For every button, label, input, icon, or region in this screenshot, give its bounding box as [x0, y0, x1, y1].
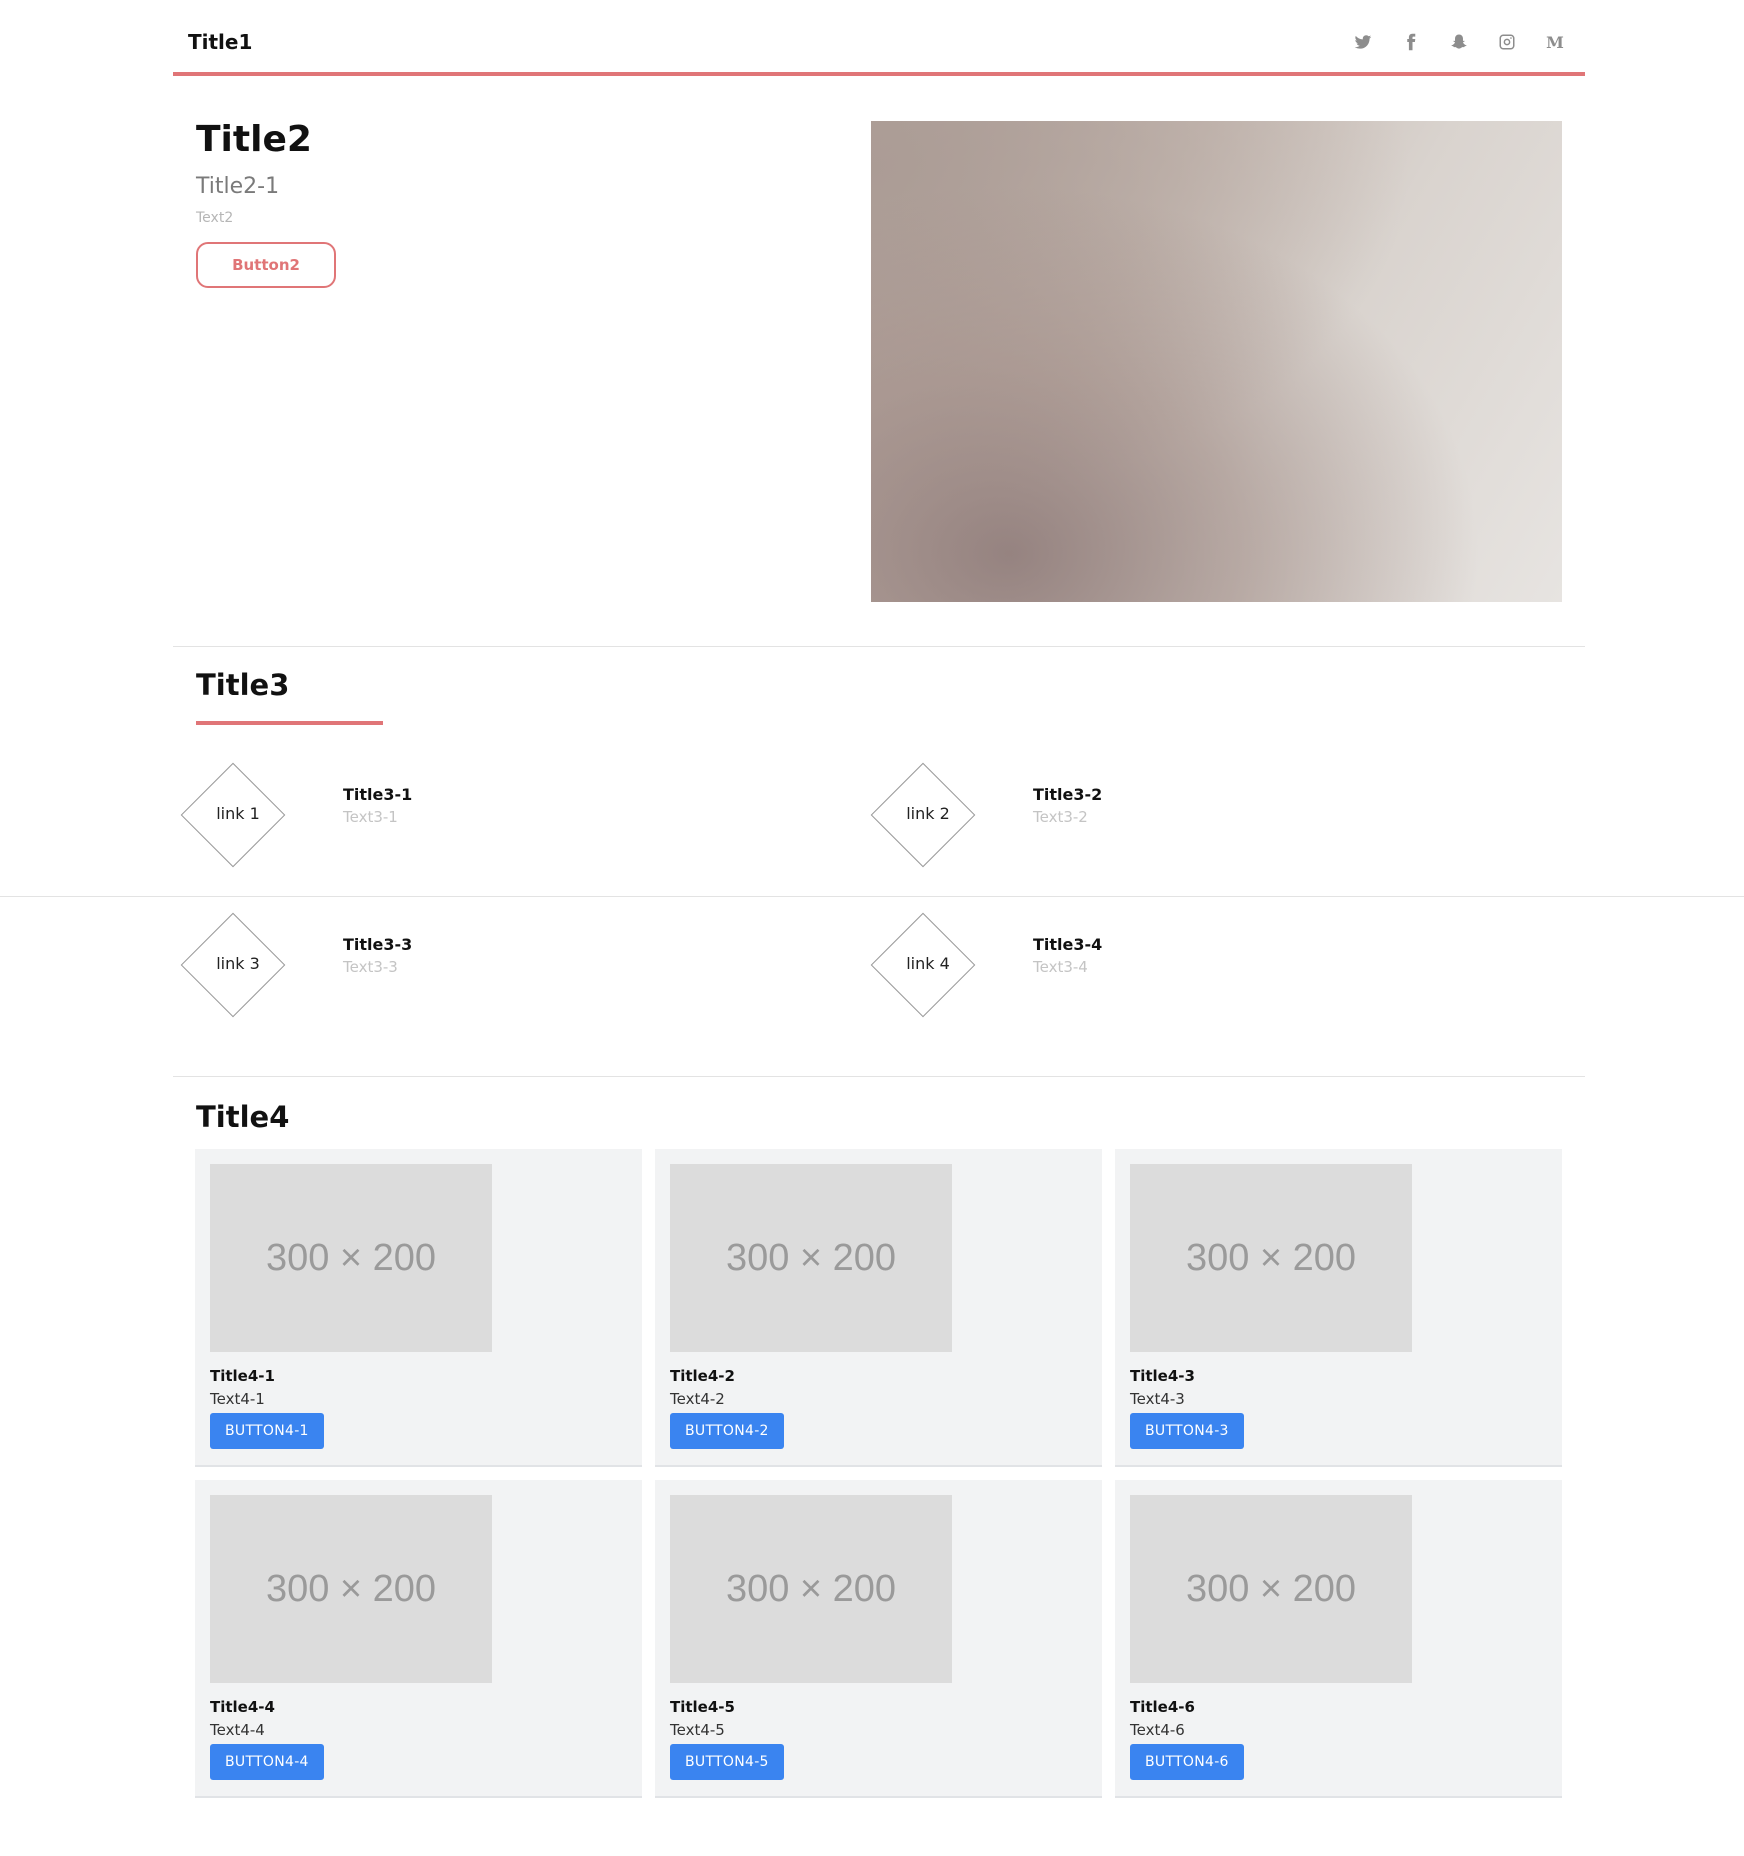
card-button[interactable]: BUTTON4-6: [1130, 1744, 1244, 1780]
feature-title: Title3-4: [1033, 935, 1103, 954]
card-button[interactable]: BUTTON4-5: [670, 1744, 784, 1780]
hero-image: [871, 121, 1562, 602]
hero-button[interactable]: Button2: [196, 242, 336, 288]
feature-title: Title3-2: [1033, 785, 1103, 804]
card-image-placeholder: 300 × 200: [210, 1164, 492, 1352]
card-image-placeholder: 300 × 200: [1130, 1495, 1412, 1683]
card-text: Text4-1: [210, 1390, 265, 1408]
card-title: Title4-1: [210, 1367, 275, 1385]
snapchat-icon[interactable]: [1447, 30, 1471, 54]
card-button[interactable]: BUTTON4-3: [1130, 1413, 1244, 1449]
card: 300 × 200 Title4-6 Text4-6 BUTTON4-6: [1115, 1480, 1562, 1798]
card-text: Text4-2: [670, 1390, 725, 1408]
hero-section: Title2 Title2-1 Text2 Button2: [196, 118, 796, 288]
feature-item: link 1 Title3-1 Text3-1: [180, 762, 806, 878]
card-title: Title4-6: [1130, 1698, 1195, 1716]
card-button[interactable]: BUTTON4-1: [210, 1413, 324, 1449]
card-image-placeholder: 300 × 200: [210, 1495, 492, 1683]
card: 300 × 200 Title4-2 Text4-2 BUTTON4-2: [655, 1149, 1102, 1467]
social-links: M: [1351, 30, 1567, 54]
feature-link[interactable]: link 1: [186, 804, 290, 823]
feature-title: Title3-1: [343, 785, 413, 804]
card-text: Text4-4: [210, 1721, 265, 1739]
feature-item: link 4 Title3-4 Text3-4: [870, 912, 1496, 1028]
features-title-underline: [196, 721, 383, 725]
section-divider: [173, 1076, 1585, 1077]
hero-title: Title2: [196, 119, 312, 160]
card-title: Title4-5: [670, 1698, 735, 1716]
card-text: Text4-3: [1130, 1390, 1185, 1408]
card-title: Title4-2: [670, 1367, 735, 1385]
card-button[interactable]: BUTTON4-4: [210, 1744, 324, 1780]
feature-text: Text3-4: [1033, 958, 1088, 976]
feature-item: link 2 Title3-2 Text3-2: [870, 762, 1496, 878]
feature-text: Text3-2: [1033, 808, 1088, 826]
twitter-icon[interactable]: [1351, 30, 1375, 54]
card-image-placeholder: 300 × 200: [1130, 1164, 1412, 1352]
section-divider: [173, 646, 1585, 647]
card-title: Title4-4: [210, 1698, 275, 1716]
cards-title: Title4: [196, 1100, 290, 1134]
hero-text: Text2: [196, 210, 234, 226]
card-text: Text4-5: [670, 1721, 725, 1739]
feature-link[interactable]: link 4: [876, 954, 980, 973]
feature-link[interactable]: link 2: [876, 804, 980, 823]
feature-item: link 3 Title3-3 Text3-3: [180, 912, 806, 1028]
card-title: Title4-3: [1130, 1367, 1195, 1385]
instagram-icon[interactable]: [1495, 30, 1519, 54]
row-divider: [0, 896, 1744, 897]
card-text: Text4-6: [1130, 1721, 1185, 1739]
card: 300 × 200 Title4-3 Text4-3 BUTTON4-3: [1115, 1149, 1562, 1467]
card: 300 × 200 Title4-5 Text4-5 BUTTON4-5: [655, 1480, 1102, 1798]
site-title[interactable]: Title1: [188, 30, 252, 54]
facebook-icon[interactable]: [1399, 30, 1423, 54]
features-title: Title3: [196, 668, 290, 702]
feature-title: Title3-3: [343, 935, 413, 954]
card-image-placeholder: 300 × 200: [670, 1164, 952, 1352]
feature-text: Text3-1: [343, 808, 398, 826]
site-header: Title1 M: [173, 0, 1585, 76]
feature-link[interactable]: link 3: [186, 954, 290, 973]
medium-icon[interactable]: M: [1543, 30, 1567, 54]
card-image-placeholder: 300 × 200: [670, 1495, 952, 1683]
feature-text: Text3-3: [343, 958, 398, 976]
card: 300 × 200 Title4-4 Text4-4 BUTTON4-4: [195, 1480, 642, 1798]
hero-subtitle: Title2-1: [196, 174, 280, 199]
card: 300 × 200 Title4-1 Text4-1 BUTTON4-1: [195, 1149, 642, 1467]
card-button[interactable]: BUTTON4-2: [670, 1413, 784, 1449]
